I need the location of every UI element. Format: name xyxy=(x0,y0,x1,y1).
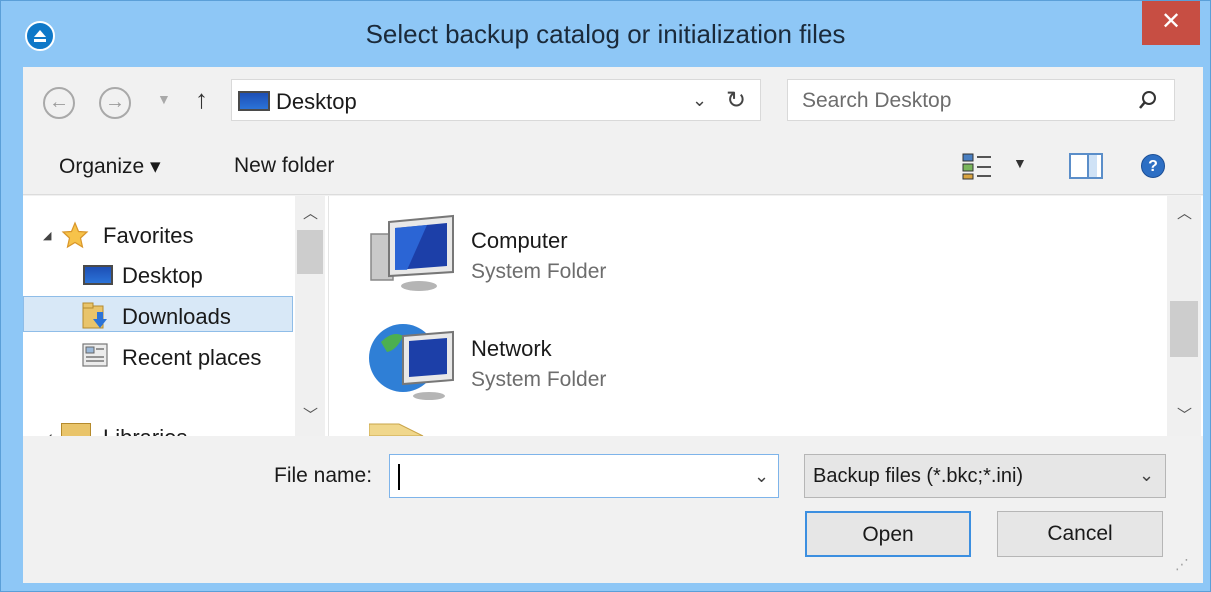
file-name-area: File name: ⌄ Backup files (*.bkc;*.ini) … xyxy=(23,436,1203,583)
text-cursor xyxy=(398,464,400,490)
address-dropdown-icon[interactable]: ⌄ xyxy=(692,90,707,111)
content-pane: Computer System Folder Network System Fo… xyxy=(329,196,1203,436)
file-item-type: System Folder xyxy=(471,260,607,283)
scroll-up-icon[interactable]: ︿ xyxy=(303,202,318,223)
computer-icon xyxy=(370,214,454,291)
nav-item-label: Recent places xyxy=(122,345,262,370)
nav-item-libraries[interactable]: ◢ Libraries xyxy=(23,418,293,436)
file-item-network[interactable]: Network System Folder xyxy=(359,314,659,408)
downloads-folder-icon xyxy=(82,302,107,329)
forward-button[interactable]: → xyxy=(99,87,131,119)
help-icon[interactable]: ? xyxy=(1141,154,1165,178)
preview-pane-icon[interactable] xyxy=(1069,153,1103,179)
open-button[interactable]: Open xyxy=(805,511,971,557)
scroll-down-icon[interactable]: ﹀ xyxy=(303,404,318,425)
nav-item-desktop[interactable]: Desktop xyxy=(23,256,293,292)
file-item-computer[interactable]: Computer System Folder xyxy=(359,206,659,300)
close-button[interactable]: ✕ xyxy=(1142,1,1200,45)
up-button[interactable]: ↑ xyxy=(195,84,208,115)
nav-item-label: Favorites xyxy=(103,223,194,248)
search-input[interactable] xyxy=(802,89,1122,113)
file-name-input[interactable] xyxy=(396,463,736,487)
back-button[interactable]: ← xyxy=(43,87,75,119)
resize-grip-icon[interactable]: ⋰ xyxy=(1175,556,1189,573)
desktop-icon xyxy=(238,91,270,111)
nav-item-label: Desktop xyxy=(122,263,203,288)
network-icon xyxy=(369,324,454,400)
file-name-label: File name: xyxy=(274,464,373,487)
recent-places-icon xyxy=(82,343,108,367)
star-icon xyxy=(61,221,89,249)
search-box[interactable] xyxy=(787,79,1175,121)
expander-icon[interactable]: ◢ xyxy=(43,229,51,242)
file-item-name: Network xyxy=(471,336,552,361)
dialog-client: ← → ▼ ↑ Desktop ⌄ ↻ Organize ▾ New folde… xyxy=(23,67,1203,583)
file-item-type: System Folder xyxy=(471,368,607,391)
nav-item-recent-places[interactable]: Recent places xyxy=(23,338,293,374)
view-options-dropdown-icon[interactable]: ▼ xyxy=(1013,155,1027,171)
cancel-button[interactable]: Cancel xyxy=(997,511,1163,557)
address-row: ← → ▼ ↑ Desktop ⌄ ↻ xyxy=(23,67,1203,137)
window-title: Select backup catalog or initialization … xyxy=(365,19,846,49)
nav-item-favorites[interactable]: ◢ Favorites xyxy=(23,216,293,252)
file-name-dropdown-icon[interactable]: ⌄ xyxy=(754,466,769,487)
scrollbar-thumb[interactable] xyxy=(1170,301,1198,357)
scroll-down-icon[interactable]: ﹀ xyxy=(1177,404,1192,425)
organize-menu[interactable]: Organize ▾ xyxy=(59,154,161,179)
file-type-value: Backup files (*.bkc;*.ini) xyxy=(813,465,1024,487)
title-bar[interactable]: Select backup catalog or initialization … xyxy=(1,1,1210,67)
search-icon[interactable] xyxy=(1136,88,1160,112)
address-location[interactable]: Desktop xyxy=(276,89,357,115)
nav-item-downloads[interactable]: Downloads xyxy=(23,296,293,332)
content-scrollbar[interactable]: ︿ ﹀ xyxy=(1167,196,1201,436)
dialog-window: Select backup catalog or initialization … xyxy=(0,0,1211,592)
libraries-icon xyxy=(61,423,91,436)
scrollbar-thumb[interactable] xyxy=(297,230,323,274)
refresh-icon[interactable]: ↻ xyxy=(726,86,746,115)
nav-item-label: Downloads xyxy=(122,304,231,329)
nav-item-label: Libraries xyxy=(103,425,187,436)
file-name-combobox[interactable]: ⌄ xyxy=(389,454,779,498)
chevron-down-icon[interactable]: ⌄ xyxy=(1139,465,1154,486)
recent-locations-dropdown-icon[interactable]: ▼ xyxy=(157,91,171,107)
folder-icon[interactable] xyxy=(369,420,429,436)
new-folder-button[interactable]: New folder xyxy=(234,154,334,178)
command-bar: Organize ▾ New folder ▼ ? xyxy=(23,137,1203,195)
navigation-scrollbar[interactable]: ︿ ﹀ xyxy=(295,196,325,436)
scroll-up-icon[interactable]: ︿ xyxy=(1177,202,1192,223)
navigation-pane: ◢ Favorites Desktop Downloads Recent pla… xyxy=(23,196,329,436)
file-item-name: Computer xyxy=(471,228,568,253)
desktop-icon xyxy=(83,265,113,285)
address-box[interactable]: Desktop ⌄ ↻ xyxy=(231,79,761,121)
change-view-icon[interactable] xyxy=(961,151,995,181)
file-type-select[interactable]: Backup files (*.bkc;*.ini) ⌄ xyxy=(804,454,1166,498)
